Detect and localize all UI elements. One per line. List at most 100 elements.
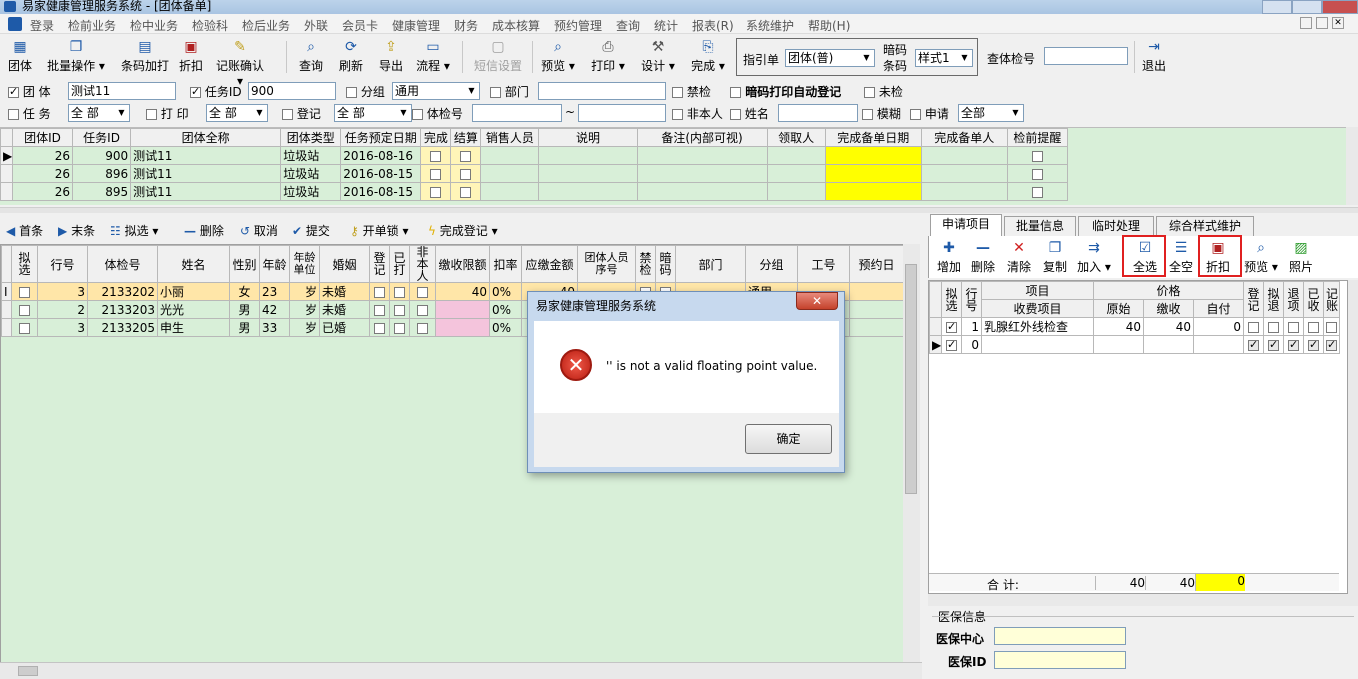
check-no-input[interactable] <box>1044 47 1128 65</box>
system-menu-icon[interactable] <box>8 17 22 31</box>
refund-checkbox[interactable] <box>1288 338 1299 351</box>
plan-refund-checkbox[interactable] <box>1268 338 1279 351</box>
examno-from-input[interactable] <box>472 104 562 122</box>
fuzzy-checkbox[interactable] <box>862 109 873 120</box>
delete-item-button[interactable]: — 删除 <box>969 236 997 280</box>
apply-select[interactable]: 全部 ▼ <box>958 104 1024 122</box>
dept-input[interactable] <box>538 82 666 100</box>
print-select[interactable]: 全 部 ▼ <box>206 104 268 122</box>
preview-button[interactable]: ⌕ 预览 ▾ <box>540 35 576 79</box>
menu-cost[interactable]: 成本核算 <box>492 17 540 34</box>
last-record-button[interactable]: ▶ 末条 <box>58 222 95 239</box>
cancel-button[interactable]: ↺ 取消 <box>240 222 278 239</box>
menu-query[interactable]: 查询 <box>616 17 640 34</box>
settle-checkbox[interactable] <box>460 186 472 198</box>
col-header[interactable]: 完成 <box>420 128 452 147</box>
col-header[interactable]: 团体ID <box>11 128 74 147</box>
item-grid-hscroll[interactable] <box>928 594 1358 606</box>
menu-health[interactable]: 健康管理 <box>392 17 440 34</box>
menu-reports[interactable]: 报表(R) <box>692 17 734 34</box>
mdi-restore-button[interactable] <box>1316 17 1328 29</box>
join-item-button[interactable]: ⇉ 加入 ▾ <box>1075 236 1113 280</box>
clear-all-button[interactable]: ☰ 全空 <box>1165 236 1197 280</box>
tab-temp-process[interactable]: 临时处理 <box>1078 216 1154 236</box>
task-grid-scrollbar[interactable] <box>1346 127 1358 205</box>
register-checkbox[interactable] <box>374 286 385 298</box>
splitter[interactable] <box>0 207 1358 213</box>
mdi-close-button[interactable]: ✕ <box>1332 17 1344 29</box>
delete-button[interactable]: — 删除 <box>184 222 224 239</box>
col-header[interactable]: 领取人 <box>766 128 826 147</box>
name-checkbox[interactable] <box>730 109 741 120</box>
name-input[interactable] <box>778 104 858 122</box>
print-button[interactable]: ⎙ 打印 ▾ <box>590 35 626 79</box>
select-checkbox[interactable] <box>19 322 30 334</box>
bill-checkbox[interactable] <box>1326 338 1337 351</box>
complete-checkbox[interactable] <box>430 186 442 198</box>
select-checkbox[interactable] <box>19 286 30 298</box>
menu-pre-exam[interactable]: 检前业务 <box>68 17 116 34</box>
table-row[interactable]: ▶ 0 <box>929 335 1340 354</box>
batch-op-button[interactable]: ❐ 批量操作 ▾ <box>46 35 106 79</box>
received-checkbox[interactable] <box>1308 321 1319 333</box>
subgroup-checkbox[interactable] <box>346 87 357 98</box>
member-grid-vscroll[interactable] <box>903 244 920 664</box>
copy-item-button[interactable]: ❐ 复制 <box>1041 236 1069 280</box>
tab-batch-info[interactable]: 批量信息 <box>1004 216 1076 236</box>
reminder-checkbox[interactable] <box>1031 168 1043 180</box>
menu-system[interactable]: 系统维护 <box>746 17 794 34</box>
examno-checkbox[interactable] <box>412 109 423 120</box>
col-header[interactable]: 完成备单人 <box>920 128 1008 147</box>
auto-register-checkbox[interactable] <box>730 87 741 98</box>
ban-checkbox[interactable] <box>672 87 683 98</box>
first-record-button[interactable]: ◀ 首条 <box>6 222 43 239</box>
col-header[interactable]: 团体类型 <box>280 128 342 147</box>
dept-checkbox[interactable] <box>490 87 501 98</box>
flow-button[interactable]: ▭ 流程 ▾ <box>414 35 452 79</box>
submit-button[interactable]: ✔ 提交 <box>292 222 330 239</box>
unchecked-checkbox[interactable] <box>864 87 875 98</box>
printed-checkbox[interactable] <box>394 286 405 298</box>
unlock-button[interactable]: ⚷ 开单锁 ▾ <box>350 222 408 239</box>
clear-item-button[interactable]: ✕ 清除 <box>1005 236 1033 280</box>
tab-style-maintain[interactable]: 综合样式维护 <box>1156 216 1254 236</box>
plan-refund-checkbox[interactable] <box>1268 321 1279 333</box>
photo-button[interactable]: ▨ 照片 <box>1285 236 1317 280</box>
select-button[interactable]: ☷ 拟选 ▾ <box>110 222 158 239</box>
register-select[interactable]: 全 部 ▼ <box>334 104 412 122</box>
maximize-button[interactable] <box>1292 0 1322 14</box>
add-item-button[interactable]: ✚ 增加 <box>935 236 963 280</box>
menu-post-exam[interactable]: 检后业务 <box>242 17 290 34</box>
discount-button[interactable]: ▣ 折扣 <box>176 35 206 79</box>
col-header[interactable]: 备注(内部可视) <box>636 128 768 147</box>
nonself-checkbox[interactable] <box>417 286 428 298</box>
settle-checkbox[interactable] <box>460 168 472 180</box>
col-header[interactable]: 完成备单日期 <box>824 128 922 147</box>
register-checkbox[interactable] <box>374 304 385 316</box>
register-checkbox[interactable] <box>374 322 385 334</box>
group-checkbox[interactable] <box>8 85 19 98</box>
group-input[interactable]: 测试11 <box>68 82 176 100</box>
minimize-button[interactable] <box>1262 0 1292 14</box>
reminder-checkbox[interactable] <box>1031 186 1043 198</box>
col-header[interactable]: 任务预定日期 <box>340 128 422 147</box>
received-checkbox[interactable] <box>1308 338 1319 351</box>
mdi-minimize-button[interactable] <box>1300 17 1312 29</box>
printed-checkbox[interactable] <box>394 304 405 316</box>
dialog-close-button[interactable]: ✕ <box>796 292 838 310</box>
sms-settings-button[interactable]: ▢ 短信设置 <box>470 35 526 79</box>
item-grid-vscroll[interactable] <box>1348 280 1358 594</box>
item-select-checkbox[interactable] <box>946 338 957 351</box>
task-checkbox[interactable] <box>190 85 201 98</box>
menu-login[interactable]: 登录 <box>30 17 54 34</box>
item-select-checkbox[interactable] <box>946 320 957 333</box>
menu-stats[interactable]: 统计 <box>654 17 678 34</box>
guide-select[interactable]: 团体(普) ▼ <box>785 49 875 67</box>
table-row[interactable]: ▶ 26 900 测试11 垃圾站 2016-08-16 <box>0 146 1069 165</box>
subgroup-select[interactable]: 通用 ▼ <box>392 82 480 100</box>
reminder-checkbox[interactable] <box>1031 150 1043 162</box>
medical-center-input[interactable] <box>994 627 1126 645</box>
export-button[interactable]: ⇪ 导出 <box>376 35 406 79</box>
bill-checkbox[interactable] <box>1326 321 1337 333</box>
nonself-checkbox[interactable] <box>672 109 683 120</box>
